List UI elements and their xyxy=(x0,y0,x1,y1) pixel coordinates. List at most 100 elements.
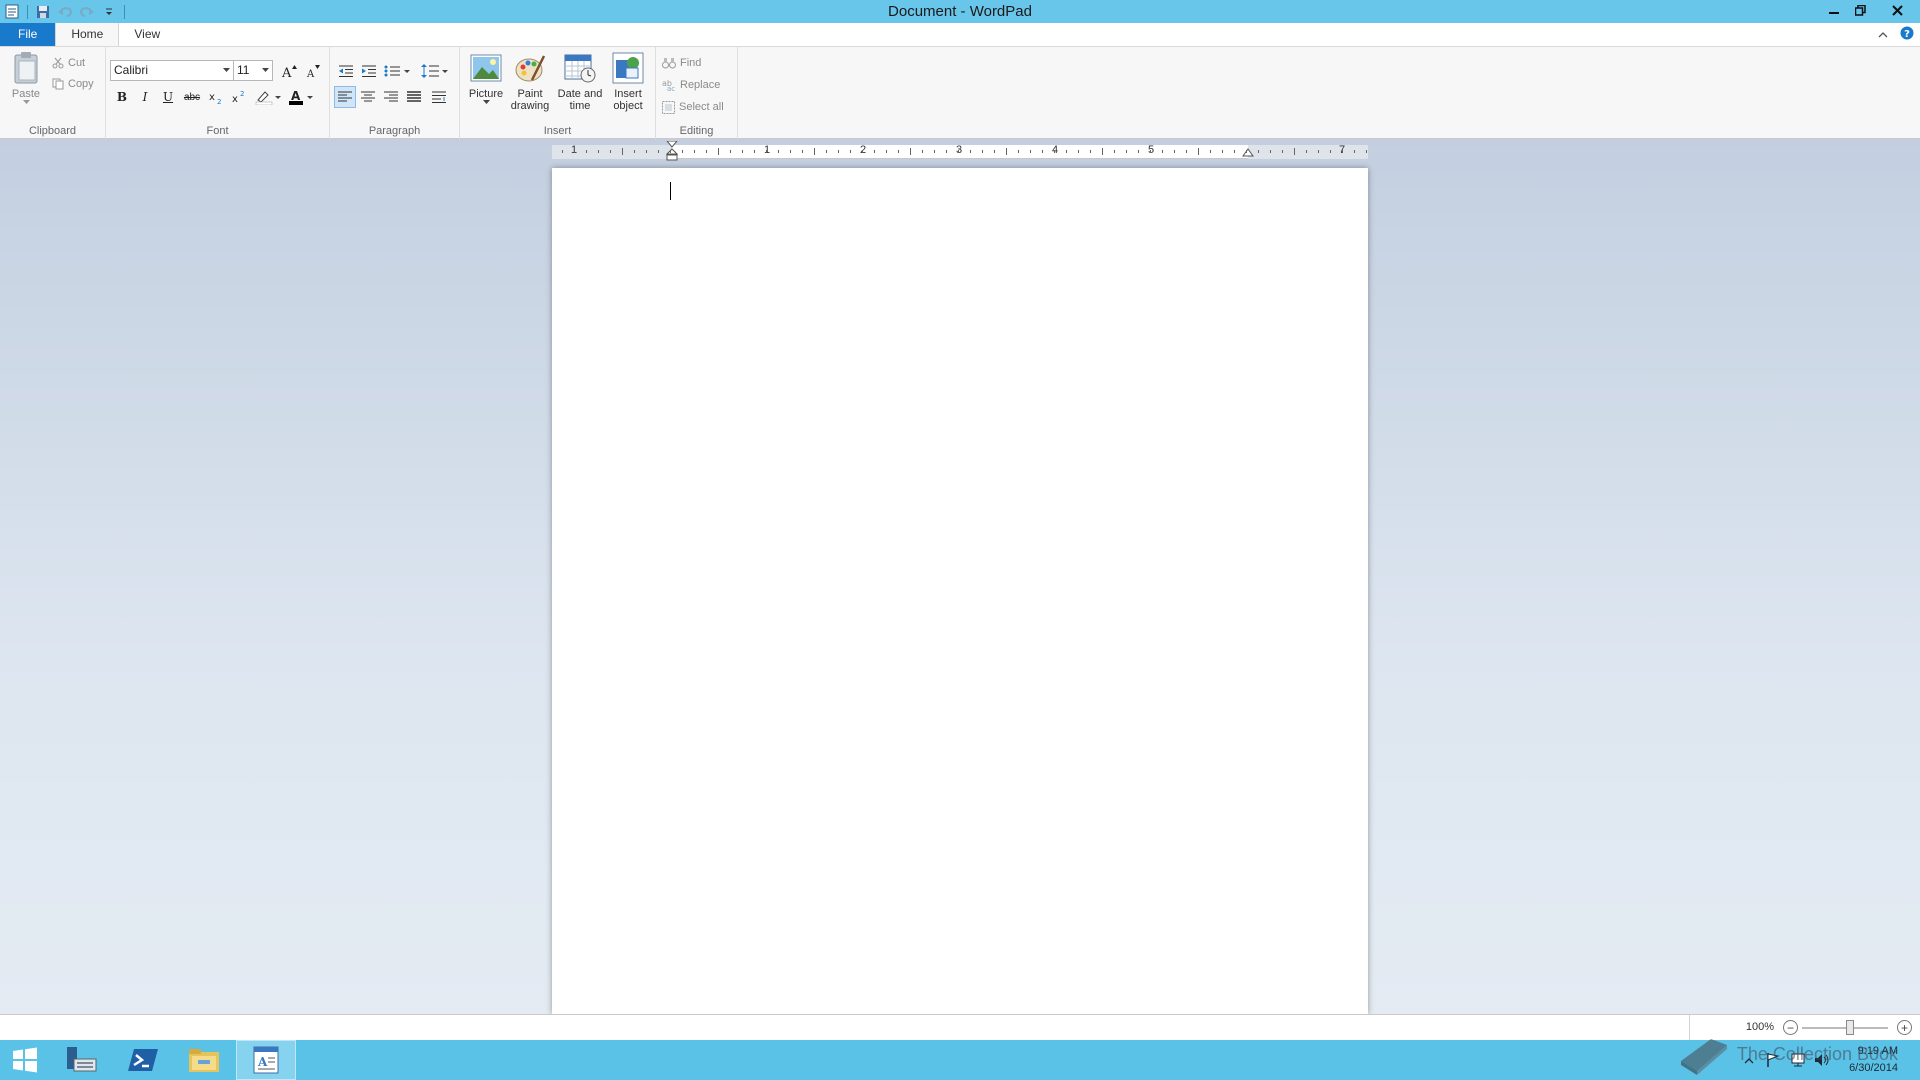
zoom-slider-thumb[interactable] xyxy=(1846,1020,1854,1035)
tab-home[interactable]: Home xyxy=(55,23,120,46)
chevron-down-icon[interactable] xyxy=(220,61,233,80)
underline-button[interactable]: U xyxy=(157,86,179,108)
italic-button[interactable]: I xyxy=(134,86,156,108)
ruler-tick xyxy=(946,150,947,153)
ruler-tick xyxy=(562,150,563,153)
find-label: Find xyxy=(680,57,702,69)
zoom-slider-track[interactable] xyxy=(1802,1027,1888,1029)
network-icon[interactable] xyxy=(1790,1052,1806,1071)
ruler-tick xyxy=(1366,150,1367,153)
action-center-flag-icon[interactable] xyxy=(1766,1052,1780,1071)
bold-button[interactable]: B xyxy=(111,86,133,108)
ruler-tick xyxy=(1222,150,1223,153)
align-center-icon xyxy=(361,91,375,102)
taskbar-powershell[interactable] xyxy=(113,1040,173,1080)
ribbon-right-controls: ? xyxy=(1878,23,1914,46)
customize-qat-icon[interactable] xyxy=(99,2,119,22)
paint-drawing-button[interactable]: Paint drawing xyxy=(508,51,552,112)
font-family-combo[interactable]: Calibri xyxy=(110,60,234,81)
ruler-tick xyxy=(1162,150,1163,153)
ruler-tick xyxy=(1306,150,1307,153)
qat-separator xyxy=(124,4,125,19)
svg-text:2: 2 xyxy=(240,90,244,98)
font-color-button[interactable]: A xyxy=(287,86,317,108)
ruler-tick xyxy=(1150,150,1151,153)
volume-icon[interactable] xyxy=(1814,1052,1830,1071)
shrink-font-button[interactable]: A xyxy=(302,60,324,82)
align-left-button[interactable] xyxy=(334,86,356,108)
document-workspace: 1 1 2 3 4 5 7 xyxy=(0,139,1920,1014)
increase-indent-button[interactable] xyxy=(358,60,380,82)
taskbar-wordpad[interactable]: A xyxy=(236,1040,296,1080)
select-all-button[interactable]: Select all xyxy=(662,97,724,117)
horizontal-ruler[interactable]: 1 1 2 3 4 5 7 xyxy=(552,141,1368,161)
cut-label: Cut xyxy=(68,57,86,69)
font-size-combo[interactable]: 11 xyxy=(233,60,273,81)
superscript-button[interactable]: x2 xyxy=(228,86,250,108)
picture-button[interactable]: Picture xyxy=(466,51,506,105)
align-center-button[interactable] xyxy=(357,86,379,108)
picture-dropdown-icon xyxy=(482,100,490,104)
paragraph-icon xyxy=(432,91,446,103)
justify-button[interactable] xyxy=(403,86,425,108)
insert-object-icon xyxy=(611,51,645,85)
start-button[interactable] xyxy=(0,1040,50,1080)
decrease-indent-button[interactable] xyxy=(335,60,357,82)
zoom-in-button[interactable]: + xyxy=(1897,1020,1912,1035)
wordpad-app-icon[interactable] xyxy=(2,2,22,22)
align-right-button[interactable] xyxy=(380,86,402,108)
minimize-ribbon-icon[interactable] xyxy=(1878,28,1888,42)
cut-button[interactable]: Cut xyxy=(52,53,85,73)
save-icon[interactable] xyxy=(33,2,53,22)
right-indent-marker-icon[interactable] xyxy=(1242,148,1254,158)
line-spacing-button[interactable] xyxy=(420,60,452,82)
help-icon[interactable]: ? xyxy=(1900,26,1914,43)
system-clock[interactable]: 9:19 AM 6/30/2014 xyxy=(1849,1043,1898,1077)
qat-separator xyxy=(27,4,28,19)
undo-icon[interactable] xyxy=(55,2,75,22)
tab-view[interactable]: View xyxy=(119,23,175,46)
increase-indent-icon xyxy=(362,65,376,77)
ruler-tick xyxy=(1318,150,1319,153)
powershell-icon xyxy=(128,1049,158,1071)
ruler-tick xyxy=(1054,150,1055,153)
window-controls xyxy=(1820,0,1920,23)
ruler-tick xyxy=(898,150,899,153)
ruler-tick xyxy=(1030,150,1031,153)
editing-group-label: Editing xyxy=(679,125,714,137)
close-button[interactable] xyxy=(1874,0,1920,20)
taskbar-server-manager[interactable] xyxy=(52,1040,112,1080)
minimize-button[interactable] xyxy=(1820,0,1847,20)
paste-button[interactable]: Paste xyxy=(10,51,42,105)
ruler-tick xyxy=(838,150,839,153)
find-button[interactable]: Find xyxy=(662,53,701,73)
paste-label: Paste xyxy=(11,88,41,100)
ruler-label: 3 xyxy=(955,144,963,156)
restore-button[interactable] xyxy=(1847,0,1874,20)
highlight-color-button[interactable] xyxy=(254,86,284,108)
date-time-button[interactable]: Date and time xyxy=(554,51,606,112)
copy-button[interactable]: Copy xyxy=(52,74,94,94)
grow-font-button[interactable]: A xyxy=(278,60,300,82)
grow-font-icon: A xyxy=(281,65,297,78)
bullets-button[interactable] xyxy=(382,60,414,82)
ruler-label: 1 xyxy=(763,144,771,156)
document-page[interactable] xyxy=(552,168,1368,1014)
replace-button[interactable]: ab ac Replace xyxy=(662,75,720,95)
indent-marker-icon[interactable] xyxy=(666,141,678,165)
subscript-button[interactable]: x2 xyxy=(205,86,227,108)
paragraph-settings-button[interactable] xyxy=(428,86,450,108)
zoom-out-button[interactable]: − xyxy=(1783,1020,1798,1035)
ruler-tick xyxy=(1294,148,1295,155)
insert-object-button[interactable]: Insert object xyxy=(606,51,650,112)
server-manager-icon xyxy=(67,1047,97,1072)
ruler-tick xyxy=(754,150,755,153)
redo-icon[interactable] xyxy=(77,2,97,22)
ruler-tick xyxy=(1066,150,1067,153)
show-hidden-icons-icon[interactable] xyxy=(1744,1054,1754,1068)
chevron-down-icon[interactable] xyxy=(259,61,272,80)
strikethrough-button[interactable]: abc xyxy=(181,86,203,108)
clipboard-group-label: Clipboard xyxy=(28,125,77,137)
tab-file[interactable]: File xyxy=(0,23,56,46)
taskbar-file-explorer[interactable] xyxy=(174,1040,234,1080)
